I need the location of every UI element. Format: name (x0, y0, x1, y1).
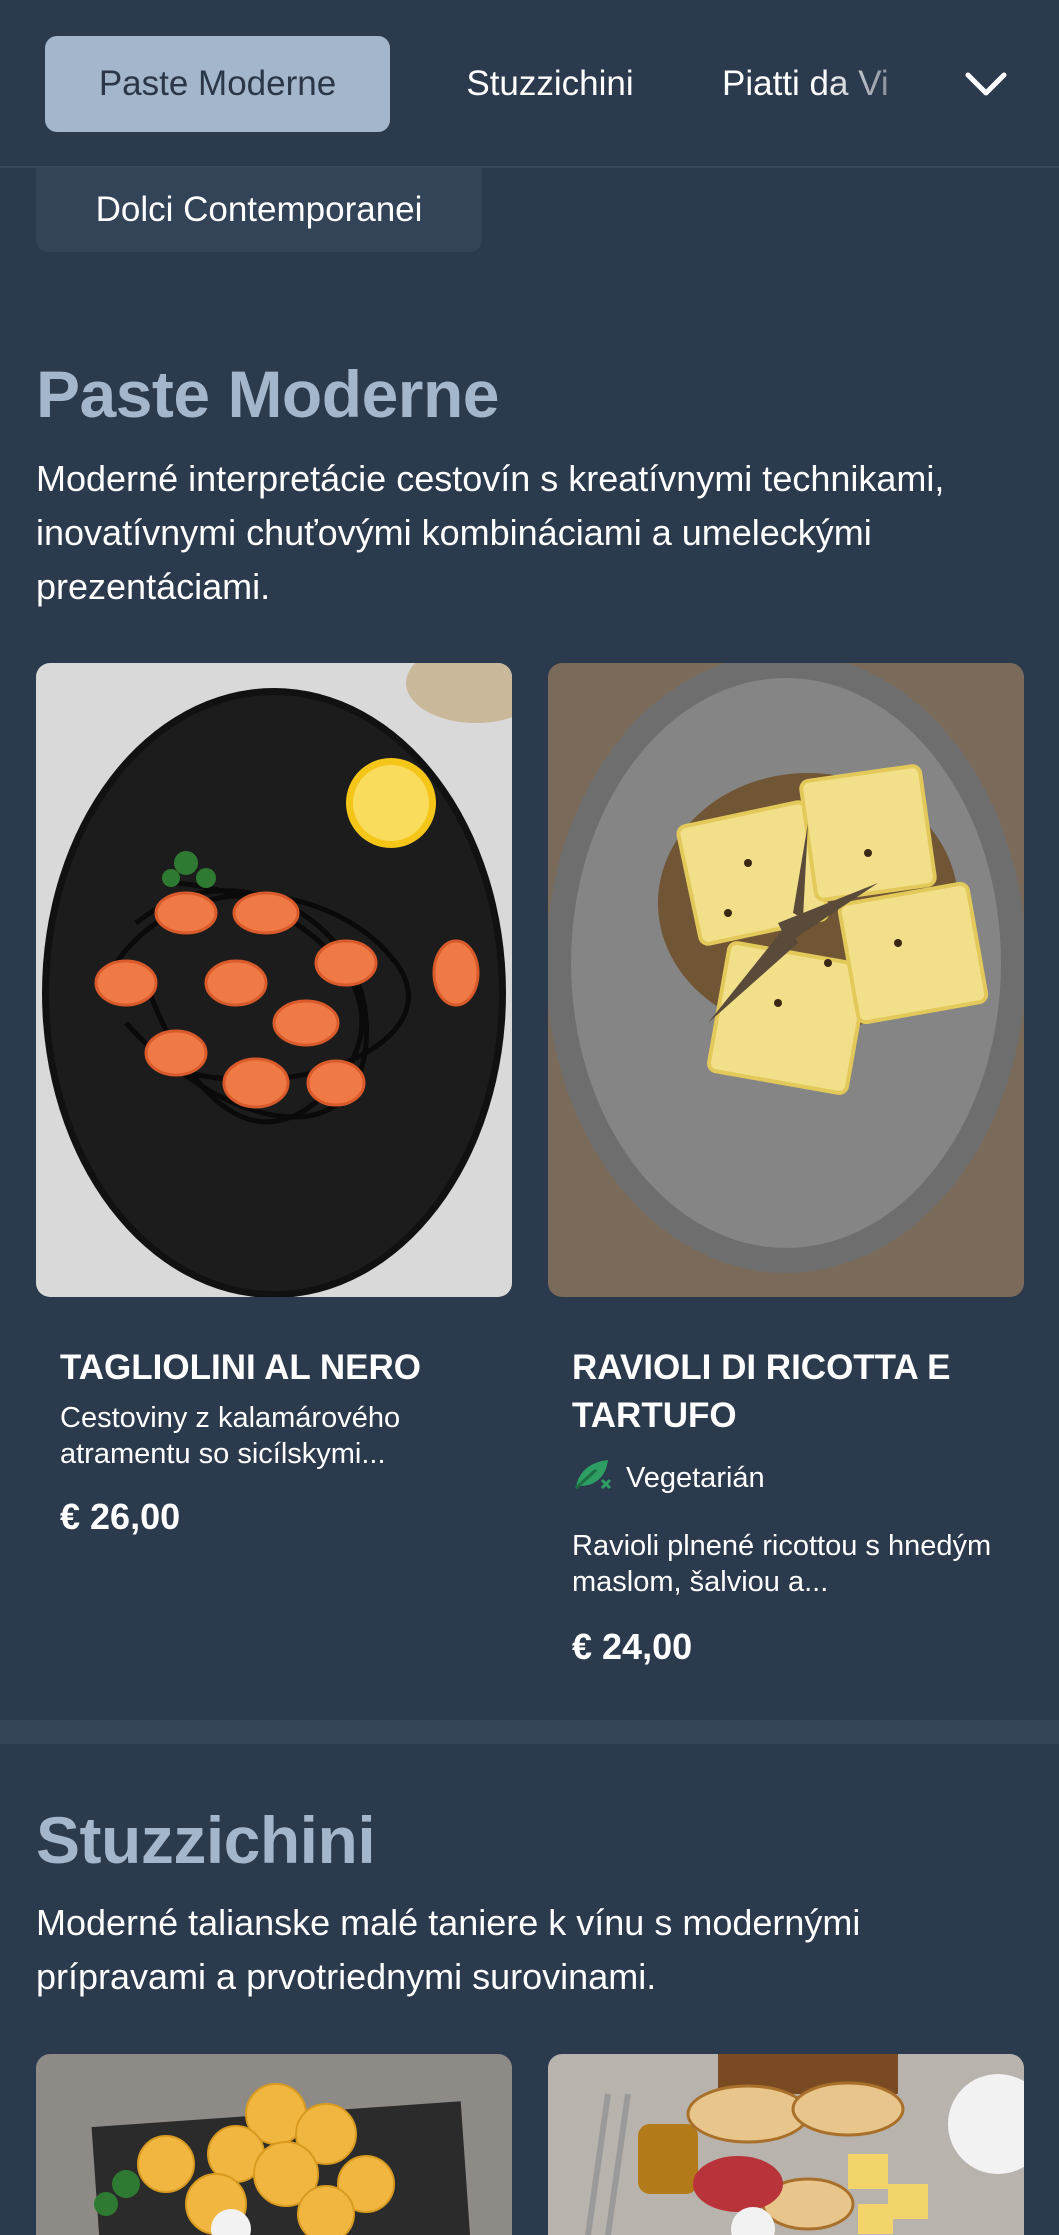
tag-label: Vegetarián (626, 1461, 765, 1494)
tab-piatti-da-vino[interactable]: Piatti da Vi (722, 36, 942, 132)
tab-dolci-contemporanei[interactable]: Dolci Contemporanei (36, 168, 482, 252)
section-title: Paste Moderne (36, 357, 499, 431)
category-nav: Paste Moderne Stuzzichini Piatti da Vi (0, 0, 1059, 168)
section-description: Moderné talianske malé taniere k vínu s … (36, 1902, 861, 1997)
dish-image[interactable] (36, 663, 512, 1297)
dish-name[interactable]: TAGLIOLINI AL NERO (60, 1344, 500, 1392)
section-divider (0, 1720, 1059, 1744)
dish-description: Ravioli plnené ricottou s hnedým maslom,… (572, 1530, 992, 1598)
tab-paste-moderne[interactable]: Paste Moderne (45, 36, 390, 132)
dish-image[interactable] (548, 2054, 1024, 2235)
tab-stuzzichini[interactable]: Stuzzichini (420, 36, 680, 132)
dish-image[interactable] (548, 663, 1024, 1297)
vegetarian-tag: Vegetarián (572, 1456, 765, 1500)
chevron-down-icon[interactable] (960, 58, 1012, 110)
dish-description: Cestoviny z kalamárového atramentu so si… (60, 1402, 401, 1470)
section-title: Stuzzichini (36, 1803, 376, 1877)
dish-price: € 26,00 (60, 1496, 181, 1537)
dish-price: € 24,00 (572, 1626, 693, 1667)
section-description: Moderné interpretácie cestovín s kreatív… (36, 458, 945, 607)
dish-image[interactable] (36, 2054, 512, 2235)
dish-name[interactable]: RAVIOLI DI RICOTTA E TARTUFO (572, 1344, 1012, 1440)
leaf-icon (572, 1456, 614, 1500)
